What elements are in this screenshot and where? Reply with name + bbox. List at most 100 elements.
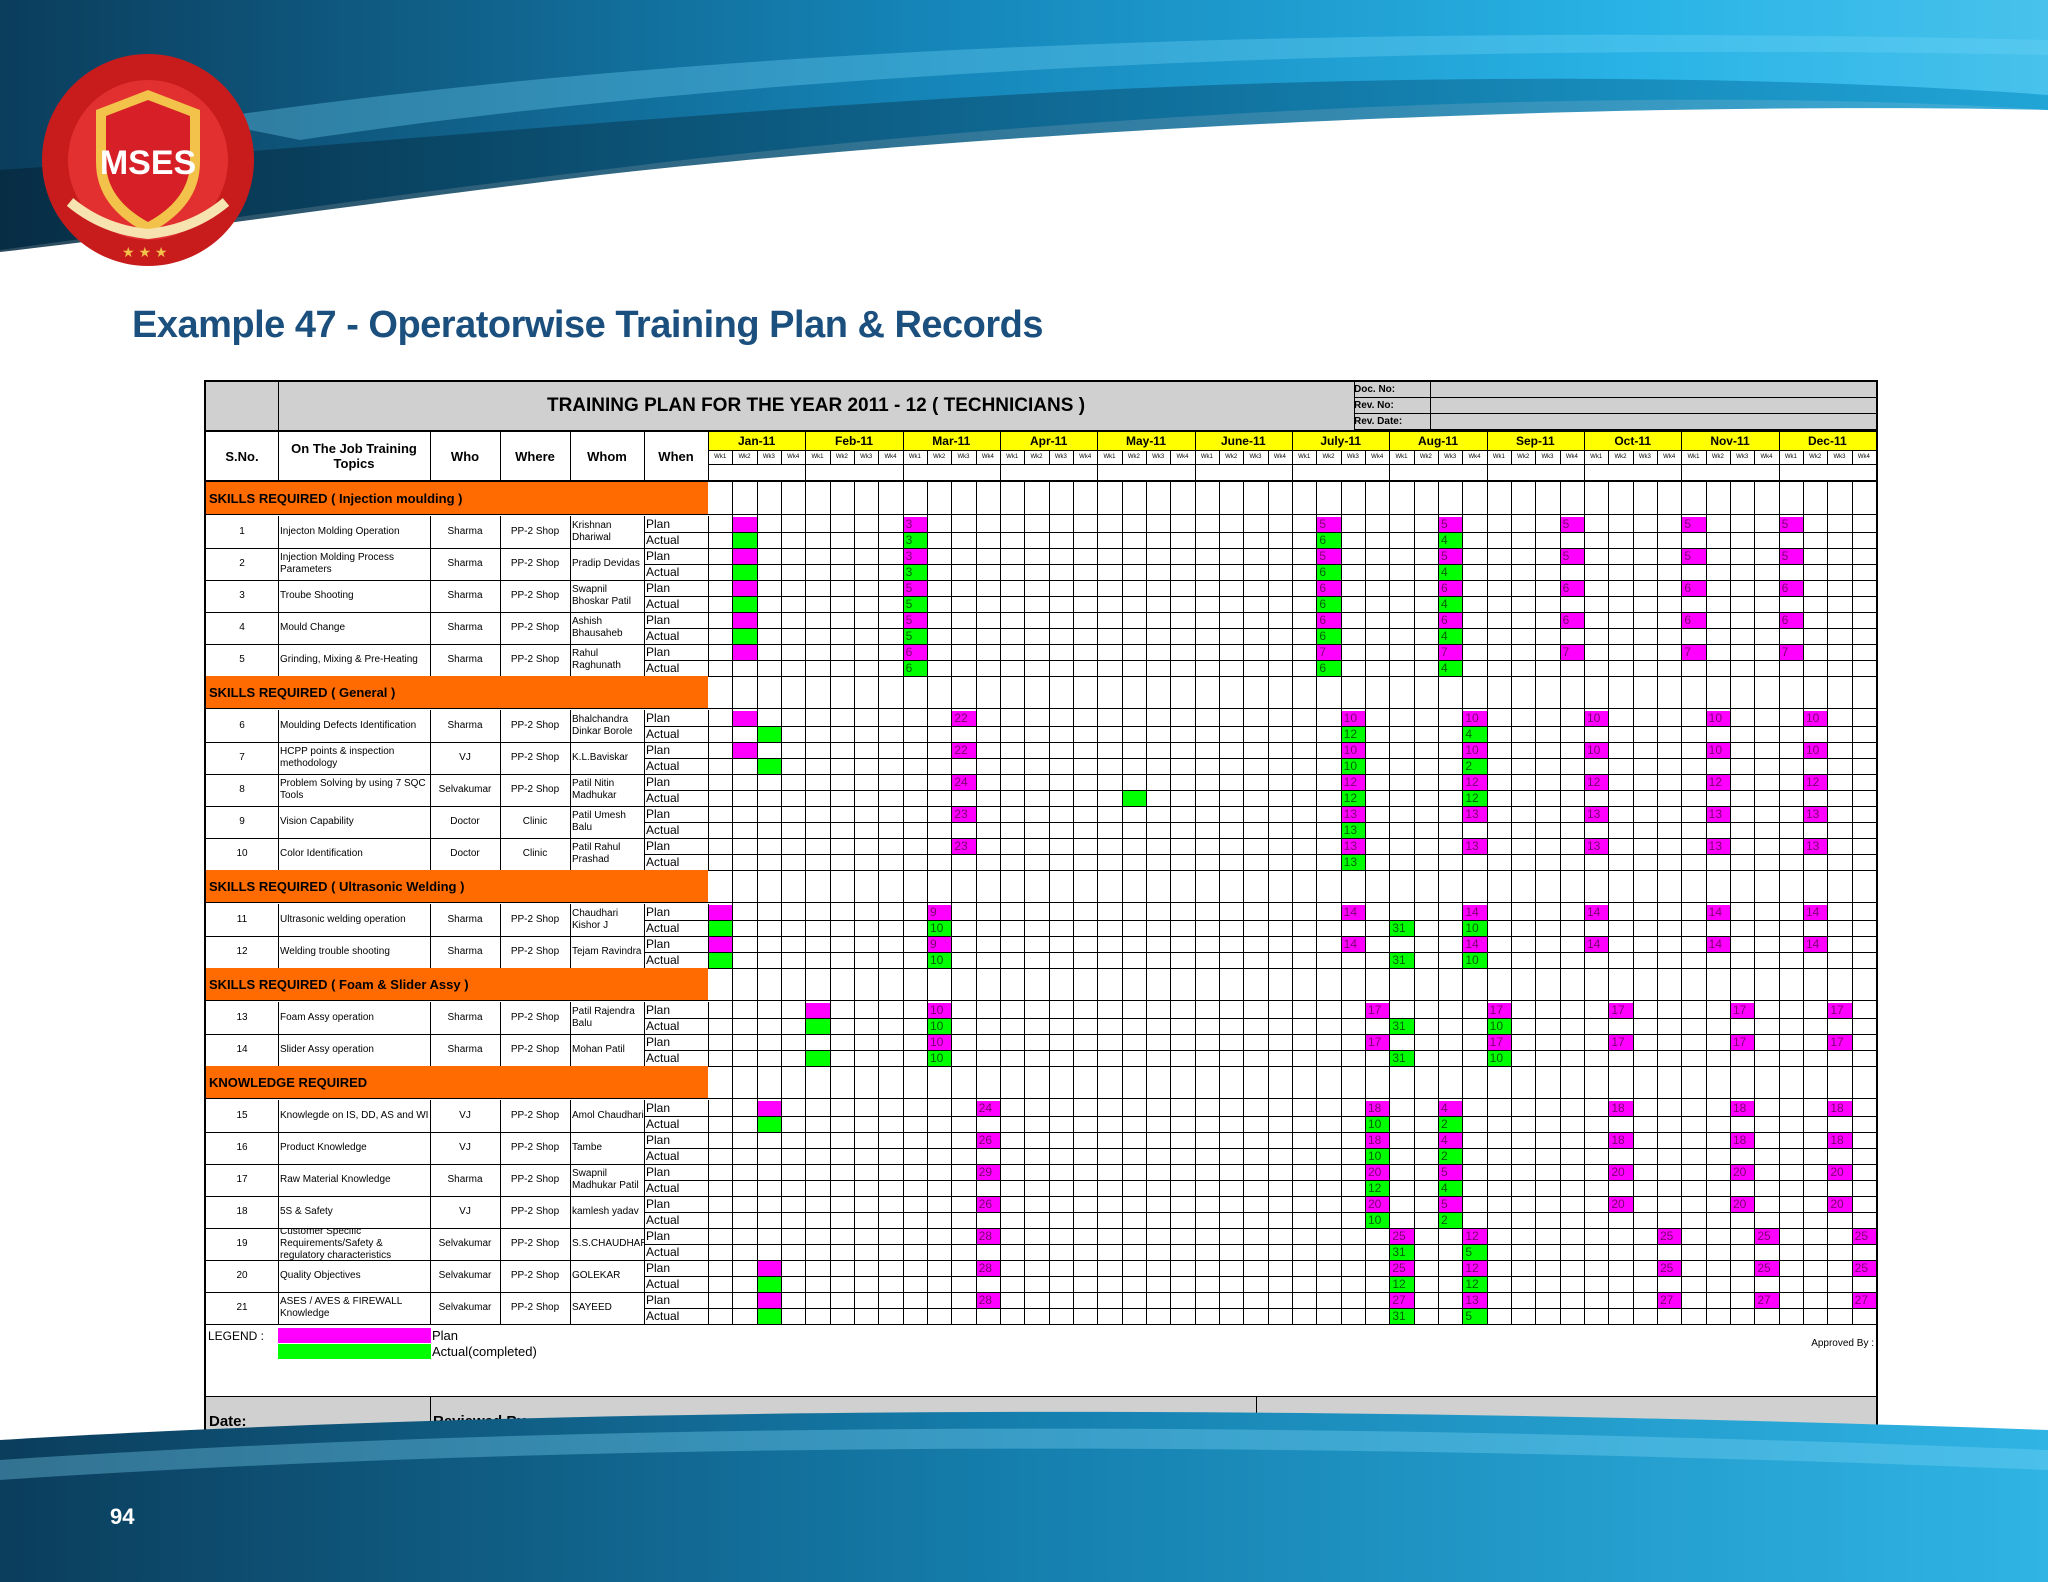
grid-line <box>278 1100 279 1132</box>
grid-line <box>708 1196 709 1228</box>
grid-line <box>902 482 904 1324</box>
week-header: Wk3 <box>1444 454 1457 460</box>
actual-label: Actual <box>646 854 680 869</box>
plan-mark: 5 <box>1317 517 1341 532</box>
grid-line <box>1243 450 1245 464</box>
grid-line <box>1778 482 1780 1324</box>
week-header: Wk2 <box>738 454 751 460</box>
month-header: June-11 <box>1194 432 1292 450</box>
plan-mark: 26 <box>976 1133 1000 1148</box>
plan-mark: 14 <box>1706 937 1730 952</box>
grid-line <box>430 1002 431 1034</box>
grid-line <box>1267 450 1269 464</box>
grid-line <box>644 1196 645 1228</box>
actual-mark: 6 <box>1317 533 1341 548</box>
grid-line <box>1365 482 1366 1324</box>
grid-line <box>570 580 571 612</box>
plan-mark: 3 <box>903 549 927 564</box>
week-header: Wk2 <box>1614 454 1627 460</box>
grid-line <box>1657 482 1658 1324</box>
grid-line <box>1121 450 1123 464</box>
actual-mark: 3 <box>903 533 927 548</box>
actual-mark: 10 <box>1366 1213 1390 1228</box>
grid-line <box>644 516 645 548</box>
plan-mark: 18 <box>1828 1101 1852 1116</box>
row-whom: Tambe <box>572 1142 603 1153</box>
plan-mark: 12 <box>1585 775 1609 790</box>
row-sno: 6 <box>239 720 245 731</box>
row-where: PP-2 Shop <box>510 1142 560 1153</box>
plan-mark: 14 <box>1463 905 1487 920</box>
grid-line <box>1535 450 1537 464</box>
plan-mark: 18 <box>1609 1101 1633 1116</box>
doc-label: Rev. No: <box>1354 398 1430 414</box>
grid-line <box>278 774 279 806</box>
plan-label: Plan <box>646 548 671 563</box>
actual-mark <box>733 533 757 548</box>
section-header: SKILLS REQUIRED ( Foam & Slider Assy ) <box>206 968 708 1000</box>
row-sno: 2 <box>239 558 245 569</box>
actual-mark: 2 <box>1439 1149 1463 1164</box>
grid-line <box>1340 482 1342 1324</box>
plan-mark <box>733 711 757 726</box>
week-header: Wk4 <box>1857 454 1870 460</box>
row-where: PP-2 Shop <box>510 752 560 763</box>
grid-line <box>500 774 501 806</box>
month-header: Sep-11 <box>1486 432 1584 450</box>
row-where: PP-2 Shop <box>510 654 560 665</box>
row-whom: Krishnan Dhariwal <box>572 520 612 543</box>
grid-line <box>570 548 571 580</box>
row-sno: 7 <box>239 752 245 763</box>
grid-line <box>1584 482 1585 1324</box>
grid-line <box>951 482 953 1324</box>
grid-line <box>1754 450 1756 464</box>
actual-label: Actual <box>646 1308 680 1323</box>
legend-actual-label: Actual(completed) <box>432 1344 537 1359</box>
week-header: Wk4 <box>1371 454 1384 460</box>
row-who: Selvakumar <box>438 784 492 795</box>
actual-label: Actual <box>646 1116 680 1131</box>
week-header: Wk2 <box>1419 454 1432 460</box>
row-whom: Patil Rahul Prashad <box>572 842 621 865</box>
plan-mark: 14 <box>1463 937 1487 952</box>
row-topic: Color Identification <box>280 848 363 859</box>
plan-mark <box>733 613 757 628</box>
plan-mark: 18 <box>1366 1101 1390 1116</box>
plan-mark <box>709 937 733 952</box>
row-topic: Quality Objectives <box>280 1270 361 1281</box>
week-header: Wk3 <box>1346 454 1359 460</box>
actual-mark: 5 <box>903 629 927 644</box>
row-where: PP-2 Shop <box>510 1110 560 1121</box>
plan-mark: 10 <box>1706 743 1730 758</box>
actual-label: Actual <box>646 822 680 837</box>
plan-mark: 25 <box>1658 1229 1682 1244</box>
grid-line <box>644 1260 645 1292</box>
plan-label: Plan <box>646 936 671 951</box>
grid-line <box>500 516 501 548</box>
row-who: VJ <box>459 1142 471 1153</box>
plan-mark: 25 <box>1658 1261 1682 1276</box>
approved-by-right: Approved By : <box>1811 1338 1874 1349</box>
row-topic: Troube Shooting <box>280 590 354 601</box>
actual-mark: 31 <box>1390 953 1414 968</box>
plan-mark: 5 <box>903 581 927 596</box>
plan-label: Plan <box>646 1100 671 1115</box>
plan-label: Plan <box>646 904 671 919</box>
plan-mark: 14 <box>1585 905 1609 920</box>
row-topic: Knowlegde on IS, DD, AS and WI <box>280 1110 429 1121</box>
actual-mark: 4 <box>1439 533 1463 548</box>
plan-mark: 12 <box>1463 1229 1487 1244</box>
grid-line <box>500 838 501 870</box>
grid-line <box>1219 482 1220 1324</box>
actual-mark: 10 <box>1487 1051 1511 1066</box>
actual-label: Actual <box>646 660 680 675</box>
grid-line <box>278 612 279 644</box>
grid-line <box>278 936 279 968</box>
grid-line <box>278 710 279 742</box>
plan-mark: 5 <box>1439 1197 1463 1212</box>
grid-line <box>500 742 501 774</box>
plan-mark: 4 <box>1439 1133 1463 1148</box>
actual-mark: 13 <box>1341 823 1365 838</box>
grid-line <box>206 1098 1876 1099</box>
week-header: Wk3 <box>1638 454 1651 460</box>
